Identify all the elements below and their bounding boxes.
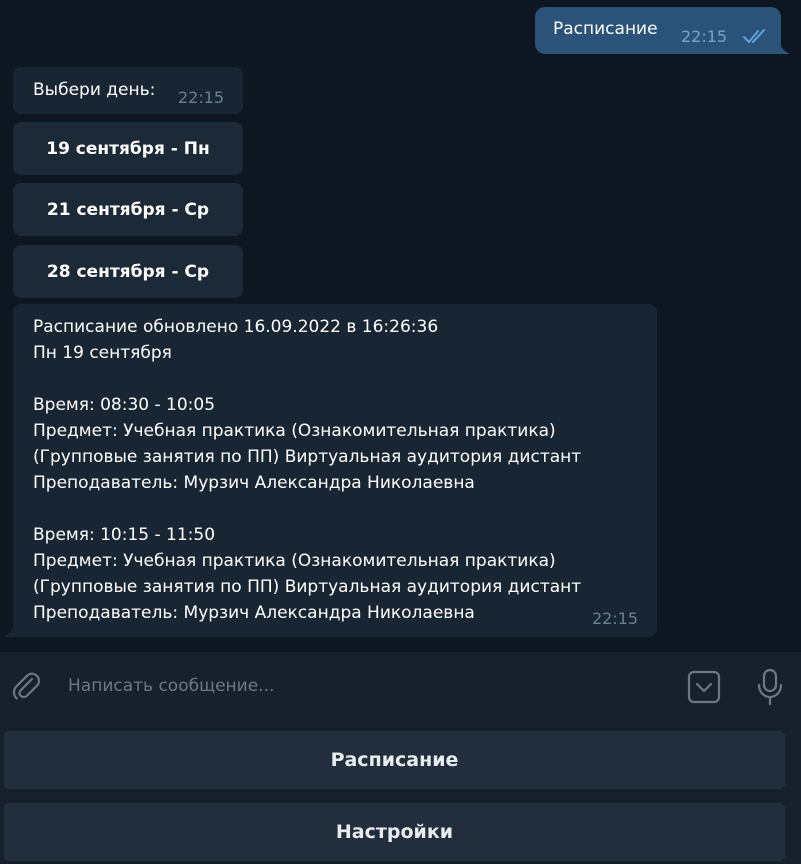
keyboard-button-schedule[interactable]: Расписание: [4, 731, 785, 789]
outgoing-message-text: Расписание: [553, 19, 658, 39]
schedule-message: Расписание обновлено 16.09.2022 в 16:26:…: [13, 304, 657, 637]
outgoing-message: Расписание 22:15: [535, 7, 781, 54]
double-check-icon: [743, 29, 765, 43]
inline-button-day-1[interactable]: 19 сентября - Пн: [13, 122, 243, 175]
inline-button-day-2[interactable]: 21 сентября - Ср: [13, 183, 243, 236]
reply-keyboard: Расписание Настройки: [0, 724, 801, 864]
prompt-message-time: 22:15: [178, 88, 225, 107]
outgoing-message-time: 22:15: [681, 27, 728, 46]
prompt-message: Выбери день: 22:15: [13, 67, 243, 114]
keyboard-toggle-icon[interactable]: [687, 670, 721, 704]
outgoing-bubble-tail: [778, 38, 790, 54]
chat-area: Расписание 22:15 Выбери день: 22:15 19 с…: [0, 0, 801, 652]
schedule-message-text: Расписание обновлено 16.09.2022 в 16:26:…: [33, 317, 582, 623]
schedule-message-time: 22:15: [592, 609, 639, 628]
paperclip-icon[interactable]: [10, 670, 42, 702]
message-composer: Написать сообщение...: [0, 652, 801, 724]
keyboard-button-settings[interactable]: Настройки: [4, 803, 785, 861]
inline-button-day-3[interactable]: 28 сентября - Ср: [13, 245, 243, 298]
incoming-bubble-tail: [3, 622, 17, 637]
microphone-icon[interactable]: [755, 668, 785, 706]
prompt-message-text: Выбери день:: [33, 80, 156, 100]
message-input[interactable]: Написать сообщение...: [68, 676, 274, 696]
